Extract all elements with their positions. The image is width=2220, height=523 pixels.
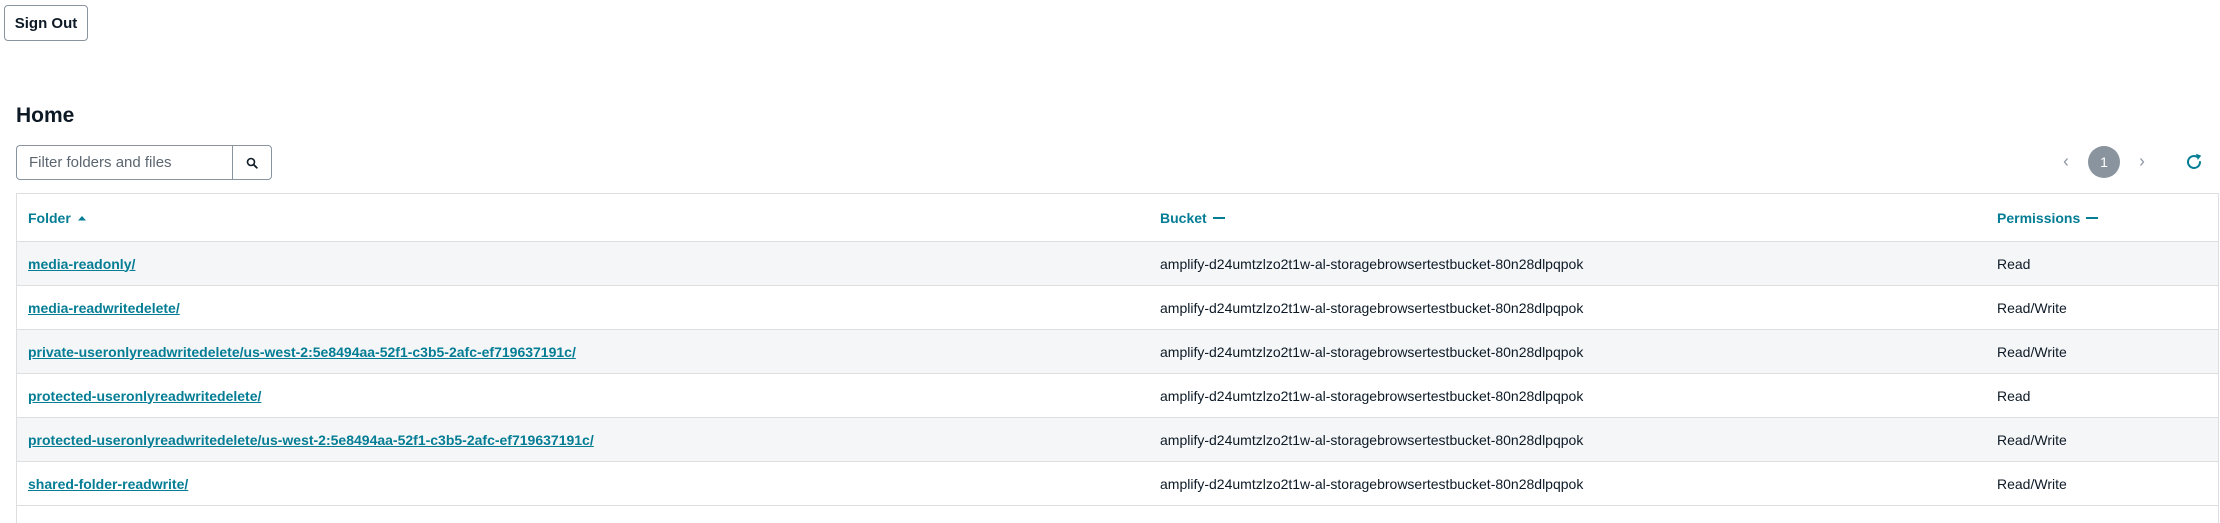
folder-link[interactable]: protected-useronlyreadwritedelete/us-wes… bbox=[28, 432, 594, 448]
folder-cell: media-readonly/ bbox=[17, 241, 1149, 286]
sort-none-icon bbox=[1212, 216, 1225, 219]
page-title: Home bbox=[16, 104, 75, 127]
folder-cell: protected-useronlyreadwritedelete/us-wes… bbox=[17, 417, 1149, 462]
chevron-left-icon bbox=[2063, 158, 2068, 166]
permissions-cell: Read/Write bbox=[1986, 285, 2218, 330]
permissions-cell: Read/Write bbox=[1986, 461, 2218, 506]
folder-cell: protected-useronlyreadwritedelete/ bbox=[17, 373, 1149, 418]
bucket-cell: amplify-d24umtzlzo2t1w-al-storagebrowser… bbox=[1149, 241, 1986, 286]
sort-ascending-icon bbox=[77, 215, 86, 220]
folder-link[interactable]: media-readonly/ bbox=[28, 256, 135, 272]
folder-cell: private-useronlyreadwritedelete/us-west-… bbox=[17, 329, 1149, 374]
folder-link[interactable]: private-useronlyreadwritedelete/us-west-… bbox=[28, 344, 576, 360]
bucket-cell: amplify-d24umtzlzo2t1w-al-storagebrowser… bbox=[1149, 417, 1986, 462]
sort-none-icon bbox=[2086, 216, 2099, 219]
chevron-right-icon bbox=[2140, 158, 2145, 166]
column-label: Folder bbox=[28, 209, 71, 226]
folder-link[interactable]: shared-folder-readwrite/ bbox=[28, 476, 188, 492]
refresh-button[interactable] bbox=[2178, 146, 2210, 178]
folder-link[interactable]: media-readwritedelete/ bbox=[28, 300, 180, 316]
permissions-cell: Read/Write bbox=[1986, 329, 2218, 374]
search-bar bbox=[16, 145, 272, 180]
folder-cell: media-readwritedelete/ bbox=[17, 285, 1149, 330]
folder-link[interactable]: protected-useronlyreadwritedelete/ bbox=[28, 388, 261, 404]
table-row: media-readonly/ amplify-d24umtzlzo2t1w-a… bbox=[17, 241, 2218, 286]
table-row: protected-useronlyreadwritedelete/us-wes… bbox=[17, 417, 2218, 462]
permissions-column-header[interactable]: Permissions bbox=[1986, 194, 2218, 242]
permissions-cell: Read bbox=[1986, 241, 2218, 286]
folders-table-container: Folder Bucket Permissions media-readonly… bbox=[16, 193, 2219, 523]
folder-column-header[interactable]: Folder bbox=[17, 194, 1149, 242]
sign-out-button[interactable]: Sign Out bbox=[4, 5, 88, 41]
search-input[interactable] bbox=[16, 145, 232, 180]
permissions-cell: Read/Write bbox=[1986, 417, 2218, 462]
refresh-icon bbox=[2187, 153, 2202, 169]
column-label: Bucket bbox=[1160, 209, 1207, 226]
table-row: media-readwritedelete/ amplify-d24umtzlz… bbox=[17, 285, 2218, 330]
bucket-cell: amplify-d24umtzlzo2t1w-al-storagebrowser… bbox=[1149, 329, 1986, 374]
current-page-indicator[interactable]: 1 bbox=[2088, 146, 2120, 178]
bucket-column-header[interactable]: Bucket bbox=[1149, 194, 1986, 242]
search-icon bbox=[246, 157, 258, 169]
table-row: shared-folder-readwrite/ amplify-d24umtz… bbox=[17, 461, 2218, 506]
folder-cell: shared-folder-readwrite/ bbox=[17, 461, 1149, 506]
table-row: private-useronlyreadwritedelete/us-west-… bbox=[17, 329, 2218, 374]
pagination: 1 bbox=[2050, 146, 2158, 178]
next-page-button[interactable] bbox=[2126, 146, 2158, 178]
search-button[interactable] bbox=[232, 145, 272, 180]
folders-table: Folder Bucket Permissions media-readonly… bbox=[17, 194, 2218, 506]
table-header-row: Folder Bucket Permissions bbox=[17, 194, 2218, 242]
table-row: protected-useronlyreadwritedelete/ ampli… bbox=[17, 373, 2218, 418]
previous-page-button[interactable] bbox=[2050, 146, 2082, 178]
bucket-cell: amplify-d24umtzlzo2t1w-al-storagebrowser… bbox=[1149, 373, 1986, 418]
bucket-cell: amplify-d24umtzlzo2t1w-al-storagebrowser… bbox=[1149, 285, 1986, 330]
bucket-cell: amplify-d24umtzlzo2t1w-al-storagebrowser… bbox=[1149, 461, 1986, 506]
column-label: Permissions bbox=[1997, 209, 2081, 226]
permissions-cell: Read bbox=[1986, 373, 2218, 418]
